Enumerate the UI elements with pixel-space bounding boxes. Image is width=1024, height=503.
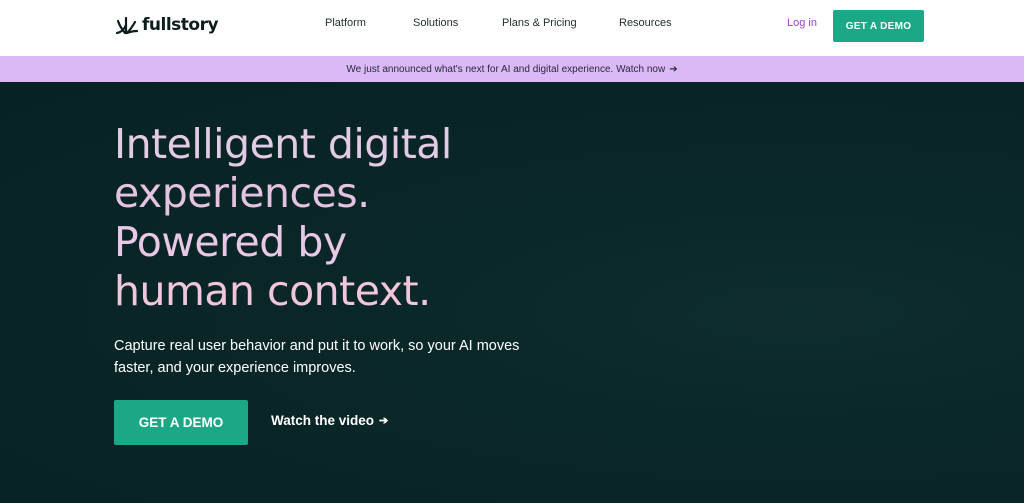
headline-line-4: human context. bbox=[114, 267, 431, 315]
get-demo-button-hero[interactable]: GET A DEMO bbox=[114, 400, 248, 445]
arrow-right-icon: ➔ bbox=[379, 415, 389, 427]
watch-video-link[interactable]: Watch the video ➔ bbox=[271, 413, 388, 428]
hero-subtext: Capture real user behavior and put it to… bbox=[114, 338, 520, 376]
hero-section: Intelligent digital experiences. Powered… bbox=[0, 82, 1024, 503]
headline-line-1: Intelligent digital bbox=[114, 120, 452, 168]
arrow-right-icon: ➔ bbox=[669, 63, 678, 75]
headline-line-2: experiences. bbox=[114, 169, 370, 217]
fullstory-logo[interactable]: fullstory bbox=[114, 14, 219, 36]
nav-plans-pricing[interactable]: Plans & Pricing bbox=[502, 17, 577, 29]
top-navigation: fullstory Platform Solutions Plans & Pri… bbox=[0, 0, 1024, 56]
hero-headline: Intelligent digital experiences. Powered… bbox=[114, 120, 534, 316]
nav-resources[interactable]: Resources bbox=[619, 17, 672, 29]
announcement-text: We just announced what's next for AI and… bbox=[346, 63, 666, 75]
nav-solutions[interactable]: Solutions bbox=[413, 17, 458, 29]
headline-line-3: Powered by bbox=[114, 218, 347, 266]
nav-platform[interactable]: Platform bbox=[325, 17, 366, 29]
login-link[interactable]: Log in bbox=[787, 17, 817, 29]
get-demo-button-header[interactable]: GET A DEMO bbox=[833, 10, 924, 42]
fullstory-logo-icon bbox=[115, 16, 138, 35]
announcement-bar[interactable]: We just announced what's next for AI and… bbox=[0, 56, 1024, 82]
brand-name: fullstory bbox=[142, 15, 219, 35]
watch-video-label: Watch the video bbox=[271, 413, 375, 428]
